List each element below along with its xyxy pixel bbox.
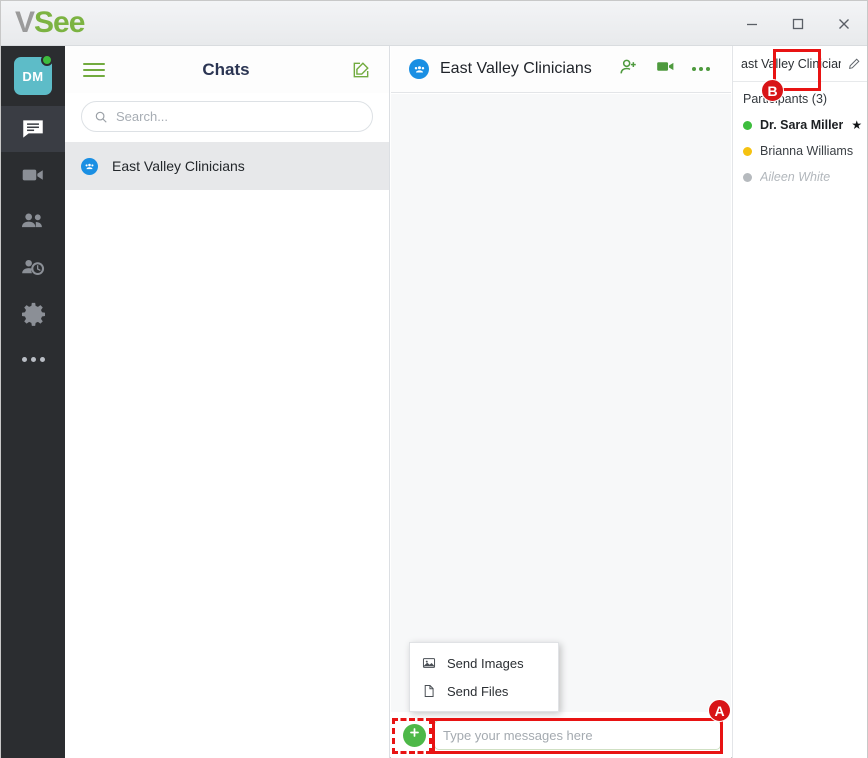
more-dots-icon	[692, 67, 710, 71]
more-dots-icon	[21, 356, 27, 362]
plus-icon	[408, 726, 421, 744]
status-dot-away	[743, 146, 752, 156]
add-person-icon	[619, 57, 639, 82]
pencil-icon[interactable]	[847, 57, 861, 71]
list-item[interactable]: Aileen White	[743, 164, 867, 190]
message-area	[391, 94, 731, 712]
participants-count-value: (3)	[811, 92, 828, 106]
recent-history-icon	[20, 254, 46, 280]
search-container	[65, 93, 389, 142]
search-icon	[94, 110, 108, 124]
participants-list: Dr. Sara Miller ★ Brianna Williams Ailee…	[733, 112, 867, 190]
chat-header-actions	[611, 49, 719, 89]
annotation-badge-b-label: B	[767, 82, 778, 99]
gear-icon	[21, 301, 46, 326]
window-controls	[729, 1, 867, 46]
search-input[interactable]	[116, 109, 360, 124]
sidebar-item-history[interactable]	[1, 244, 65, 290]
chat-list-panel: Chats Search... East Valley Clinicians	[65, 46, 390, 758]
search-box[interactable]	[81, 101, 373, 132]
sidebar-item-chats[interactable]	[1, 106, 65, 152]
participant-name: Aileen White	[760, 170, 831, 184]
group-icon	[81, 157, 98, 175]
status-dot-online	[743, 120, 752, 130]
status-dot-offline	[743, 172, 752, 182]
participants-header: ast Valley Clinicians	[733, 46, 867, 82]
close-button[interactable]	[821, 1, 867, 46]
logo-see-text: See	[34, 6, 85, 39]
message-composer	[391, 712, 731, 758]
chat-title: East Valley Clinicians	[440, 60, 592, 77]
sidebar-item-contacts[interactable]	[1, 198, 65, 244]
main-chat-panel: East Valley Clinicians Send Images Send …	[391, 46, 731, 758]
maximize-button[interactable]	[775, 1, 821, 46]
image-icon	[422, 656, 436, 670]
participant-name: Brianna Williams	[760, 144, 854, 158]
page-title: Chats	[202, 59, 250, 79]
video-call-button[interactable]	[647, 49, 683, 89]
chat-header: East Valley Clinicians	[391, 46, 731, 93]
message-input-wrapper[interactable]	[434, 720, 721, 750]
list-item[interactable]: Dr. Sara Miller ★	[743, 112, 867, 138]
list-item[interactable]: Brianna Williams	[743, 138, 867, 164]
add-person-button[interactable]	[611, 49, 647, 89]
participant-name: Dr. Sara Miller	[760, 118, 844, 132]
vsee-logo: VSee	[15, 6, 85, 39]
compose-icon[interactable]	[351, 60, 371, 80]
vsee-app-window: VSee DM Chats Search... East Valley Clin…	[0, 0, 868, 758]
participants-count: Participants (3)	[733, 82, 867, 112]
menu-item-send-images[interactable]: Send Images	[410, 649, 558, 677]
sidebar-item-settings[interactable]	[1, 290, 65, 336]
sidebar-item-calls[interactable]	[1, 152, 65, 198]
host-star-icon: ★	[851, 118, 863, 132]
left-nav-rail: DM	[1, 46, 65, 758]
video-camera-icon	[20, 162, 46, 188]
attachment-menu: Send Images Send Files	[409, 642, 559, 712]
chat-bubble-icon	[20, 116, 46, 142]
avatar[interactable]: DM	[1, 46, 65, 106]
menu-item-label: Send Images	[447, 655, 524, 671]
annotation-badge-a: A	[708, 699, 731, 722]
conversation-name: East Valley Clinicians	[112, 158, 245, 174]
sidebar-item-more[interactable]	[1, 336, 65, 382]
annotation-badge-a-label: A	[714, 702, 725, 719]
video-camera-icon	[655, 56, 676, 82]
menu-item-send-files[interactable]: Send Files	[410, 677, 558, 705]
group-icon	[409, 59, 429, 79]
title-bar: VSee	[1, 1, 867, 46]
logo-v-text: V	[15, 6, 35, 39]
participants-group-name: ast Valley Clinicians	[741, 56, 841, 71]
presence-online-dot	[41, 54, 53, 66]
people-icon	[20, 208, 46, 234]
more-options-button[interactable]	[683, 49, 719, 89]
minimize-button[interactable]	[729, 1, 775, 46]
message-input[interactable]	[443, 727, 712, 743]
participants-panel: ast Valley Clinicians Participants (3) D…	[732, 46, 867, 758]
chat-list-header: Chats	[65, 46, 389, 93]
file-icon	[422, 684, 436, 698]
annotation-badge-b: B	[761, 79, 784, 102]
menu-item-label: Send Files	[447, 683, 509, 699]
list-item[interactable]: East Valley Clinicians	[65, 142, 389, 190]
attach-button[interactable]	[403, 723, 426, 747]
